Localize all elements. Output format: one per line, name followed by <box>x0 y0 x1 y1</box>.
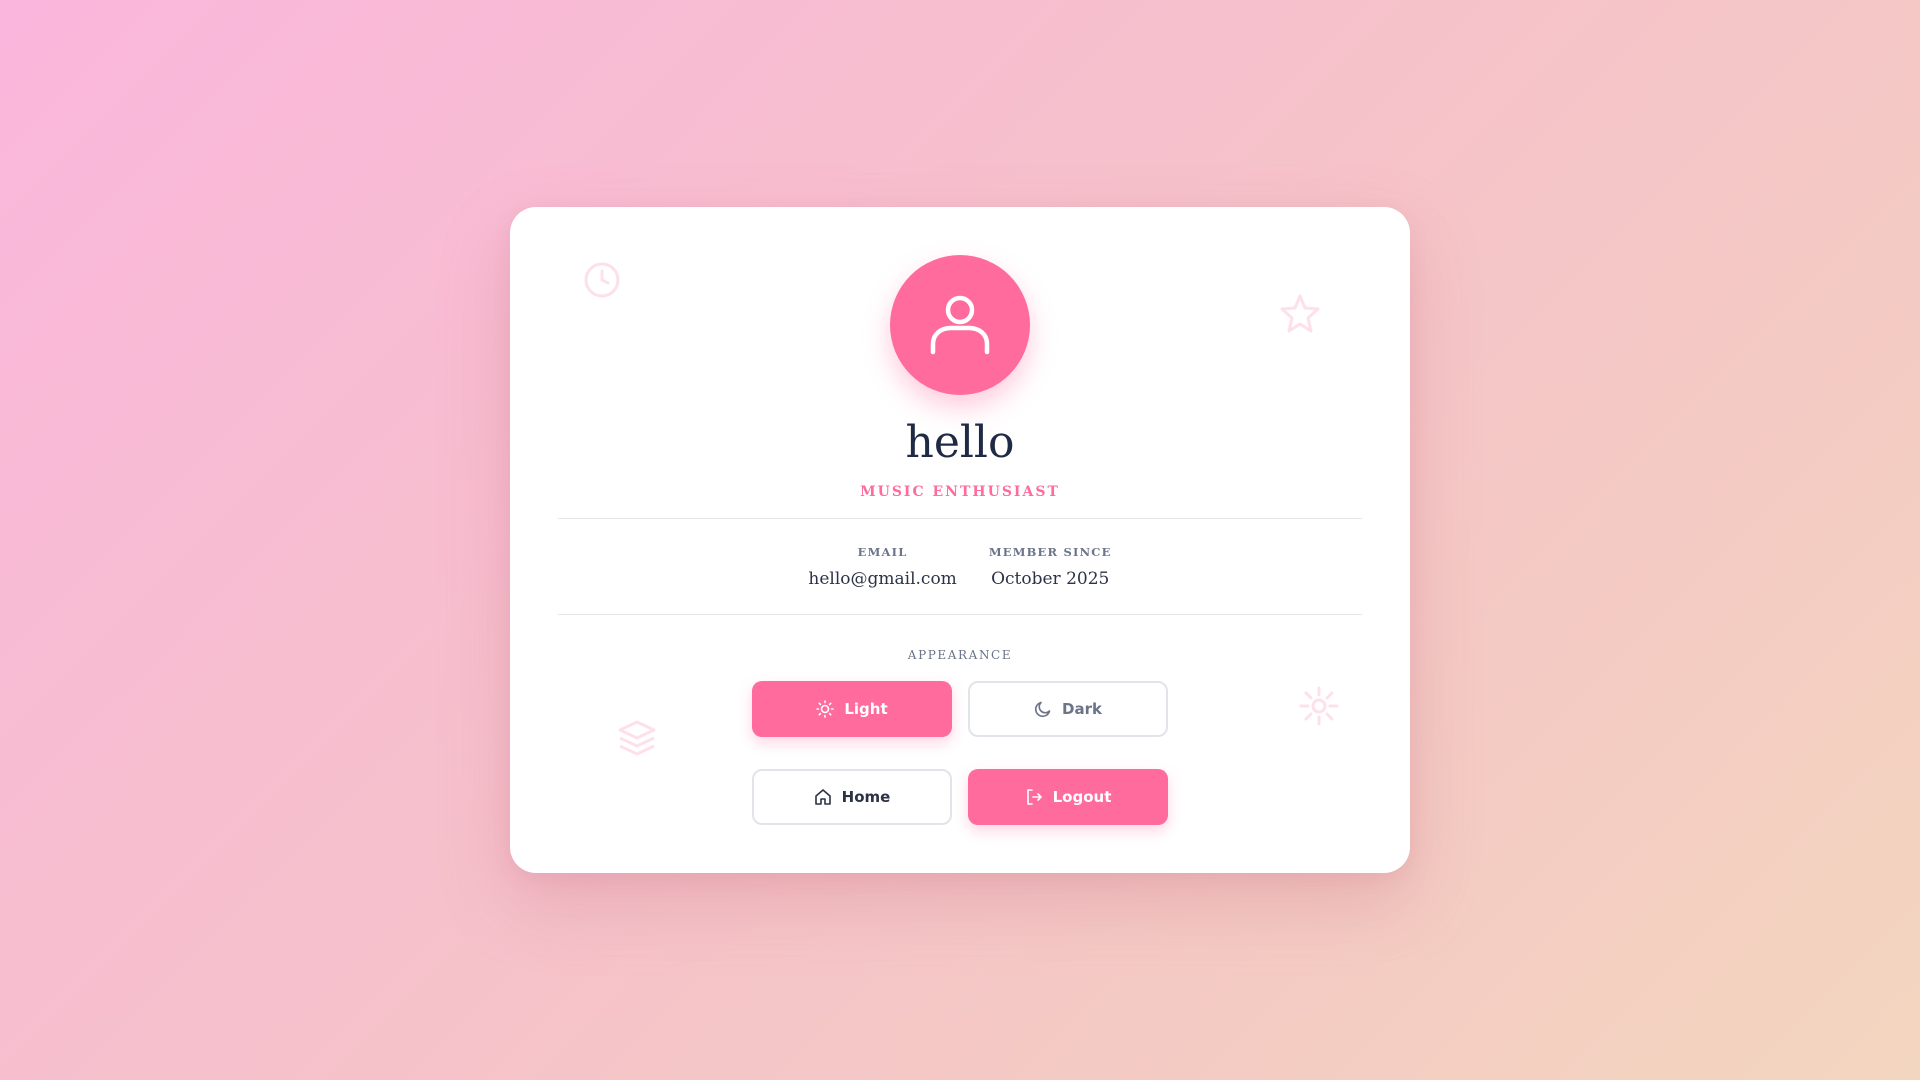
profile-title: MUSIC ENTHUSIAST <box>860 484 1060 500</box>
profile-name: hello <box>905 417 1015 468</box>
logout-icon <box>1026 789 1042 805</box>
avatar <box>890 255 1030 395</box>
logout-label: Logout <box>1052 788 1112 806</box>
clock-icon <box>582 260 622 300</box>
member-since-info: MEMBER SINCE October 2025 <box>989 545 1112 589</box>
profile-card: hello MUSIC ENTHUSIAST EMAIL hello@gmail… <box>510 207 1410 873</box>
email-value: hello@gmail.com <box>808 569 957 589</box>
email-info: EMAIL hello@gmail.com <box>808 545 956 589</box>
sun-icon <box>1298 685 1340 727</box>
user-icon <box>930 295 990 355</box>
home-label: Home <box>841 788 891 806</box>
member-since-value: October 2025 <box>991 569 1110 589</box>
moon-icon <box>1034 701 1051 718</box>
dark-theme-button[interactable]: Dark <box>968 681 1168 737</box>
divider <box>558 518 1362 519</box>
member-since-label: MEMBER SINCE <box>988 545 1112 559</box>
home-icon <box>814 789 831 805</box>
appearance-label: APPEARANCE <box>907 648 1013 662</box>
sun-icon <box>816 700 835 718</box>
home-button[interactable]: Home <box>752 769 952 825</box>
divider <box>558 614 1362 615</box>
light-theme-button[interactable]: Light <box>752 681 952 737</box>
dark-theme-label: Dark <box>1062 700 1102 718</box>
profile-info: EMAIL hello@gmail.com MEMBER SINCE Octob… <box>510 545 1410 589</box>
light-theme-label: Light <box>844 700 888 718</box>
logout-button[interactable]: Logout <box>968 769 1168 825</box>
email-label: EMAIL <box>857 545 908 559</box>
star-icon <box>1278 292 1322 336</box>
layers-icon <box>616 717 658 759</box>
